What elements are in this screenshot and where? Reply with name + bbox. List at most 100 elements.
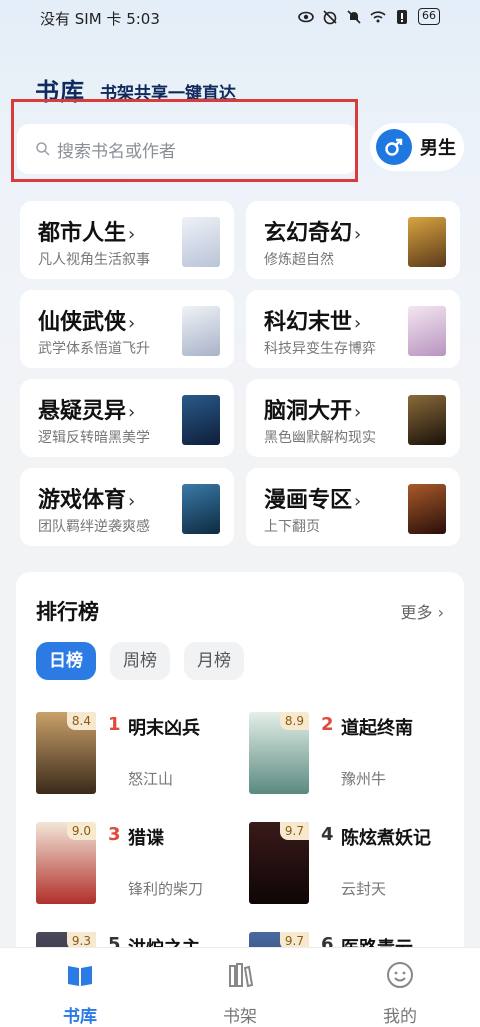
- chevron-right-icon: ›: [128, 402, 136, 423]
- book-cover: 8.9: [249, 712, 309, 794]
- category-name-text: 玄幻奇幻: [264, 221, 353, 246]
- gender-toggle-button[interactable]: 男生: [370, 123, 464, 171]
- nav-bookshelf[interactable]: 书架: [200, 960, 280, 1027]
- book-rank: 2: [321, 714, 334, 735]
- category-desc: 修炼超自然: [264, 252, 334, 268]
- category-card[interactable]: 游戏体育 › 团队羁绊逆袭爽感: [20, 468, 234, 546]
- chevron-right-icon: ›: [128, 313, 136, 334]
- male-icon: [376, 129, 412, 165]
- ranking-title: 排行榜: [36, 600, 99, 624]
- category-cover: [182, 484, 220, 534]
- book-score: 8.9: [279, 712, 309, 730]
- category-desc: 逻辑反转暗黑美学: [38, 430, 150, 446]
- category-name-text: 脑洞大开: [264, 399, 353, 424]
- book-title: 道起终南: [341, 718, 413, 739]
- category-card[interactable]: 玄幻奇幻 › 修炼超自然: [246, 201, 460, 279]
- nav-profile-label: 我的: [383, 1007, 417, 1027]
- book-rank: 3: [108, 824, 121, 845]
- chevron-right-icon: ›: [354, 224, 362, 245]
- category-name: 都市人生 ›: [38, 215, 135, 247]
- eye-icon: [298, 11, 314, 22]
- carrier-time: 没有 SIM 卡 5:03: [40, 10, 160, 28]
- category-name-text: 仙侠武侠: [38, 310, 127, 335]
- mute-icon: [347, 9, 361, 24]
- category-name-text: 悬疑灵异: [38, 399, 127, 424]
- book-cover: 9.7: [249, 822, 309, 904]
- book-score: 9.7: [279, 822, 309, 840]
- nav-library[interactable]: 书库: [40, 960, 120, 1027]
- book-author: 云封天: [341, 880, 387, 898]
- book-score: 8.4: [66, 712, 96, 730]
- category-desc: 凡人视角生活叙事: [38, 252, 150, 268]
- bottom-nav: 书库 书架 我的: [0, 947, 480, 1027]
- category-card[interactable]: 仙侠武侠 › 武学体系悟道飞升: [20, 290, 234, 368]
- category-name-text: 游戏体育: [38, 488, 127, 513]
- alert-icon: [397, 9, 407, 24]
- category-card[interactable]: 悬疑灵异 › 逻辑反转暗黑美学: [20, 379, 234, 457]
- gender-label: 男生: [420, 138, 456, 159]
- wifi-icon: [370, 10, 386, 22]
- chevron-right-icon: ›: [354, 313, 362, 334]
- category-cover: [182, 306, 220, 356]
- category-card[interactable]: 科幻末世 › 科技异变生存博弈: [246, 290, 460, 368]
- category-name: 玄幻奇幻 ›: [264, 215, 361, 247]
- battery-level: 66: [418, 8, 440, 25]
- chevron-right-icon: ›: [437, 603, 444, 622]
- ranking-more-label: 更多: [400, 603, 433, 622]
- book-item[interactable]: 9.7 4 陈炫煮妖记 云封天: [249, 822, 459, 912]
- bookshelf-icon: [229, 963, 254, 988]
- alarm-off-icon: [323, 9, 337, 24]
- category-cover: [408, 217, 446, 267]
- book-author: 锋利的柴刀: [128, 880, 204, 898]
- book-title: 猎谍: [128, 828, 164, 849]
- category-desc: 团队羁绊逆袭爽感: [38, 519, 150, 535]
- book-title: 陈炫煮妖记: [341, 828, 431, 849]
- category-desc: 科技异变生存博弈: [264, 341, 376, 357]
- nav-library-label: 书库: [63, 1007, 97, 1027]
- category-cover: [408, 395, 446, 445]
- nav-profile[interactable]: 我的: [360, 960, 440, 1027]
- category-cover: [182, 217, 220, 267]
- chevron-right-icon: ›: [354, 491, 362, 512]
- category-desc: 黑色幽默解构现实: [264, 430, 376, 446]
- category-name-text: 都市人生: [38, 221, 127, 246]
- category-name: 科幻末世 ›: [264, 304, 361, 336]
- category-cover: [408, 306, 446, 356]
- category-name-text: 漫画专区: [264, 488, 353, 513]
- profile-icon: [387, 962, 413, 988]
- chevron-right-icon: ›: [354, 402, 362, 423]
- category-name: 悬疑灵异 ›: [38, 393, 135, 425]
- status-bar: 没有 SIM 卡 5:03 66: [0, 0, 480, 36]
- tab-monthly[interactable]: 月榜: [184, 642, 244, 680]
- chevron-right-icon: ›: [128, 491, 136, 512]
- status-icons: 66: [298, 8, 440, 25]
- search-highlight-frame: [11, 99, 358, 182]
- library-icon: [68, 966, 92, 986]
- category-desc: 上下翻页: [264, 519, 320, 535]
- chevron-right-icon: ›: [128, 224, 136, 245]
- book-title: 明末凶兵: [128, 718, 200, 739]
- book-cover: 8.4: [36, 712, 96, 794]
- category-name: 漫画专区 ›: [264, 482, 361, 514]
- tab-weekly[interactable]: 周榜: [110, 642, 170, 680]
- book-item[interactable]: 9.0 3 猎谍 锋利的柴刀: [36, 822, 246, 912]
- category-card[interactable]: 漫画专区 › 上下翻页: [246, 468, 460, 546]
- category-card[interactable]: 脑洞大开 › 黑色幽默解构现实: [246, 379, 460, 457]
- category-desc: 武学体系悟道飞升: [38, 341, 150, 357]
- category-name-text: 科幻末世: [264, 310, 353, 335]
- book-author: 豫州牛: [341, 770, 387, 788]
- category-cover: [182, 395, 220, 445]
- book-rank: 4: [321, 824, 334, 845]
- tab-daily[interactable]: 日榜: [36, 642, 96, 680]
- ranking-tabs: 日榜 周榜 月榜: [36, 642, 244, 680]
- book-item[interactable]: 8.4 1 明末凶兵 怒江山: [36, 712, 246, 802]
- ranking-panel: 排行榜 更多 › 日榜 周榜 月榜 8.4 1 明末凶兵 怒江山 8.9 2 道…: [16, 572, 464, 1014]
- nav-bookshelf-label: 书架: [223, 1007, 257, 1027]
- category-card[interactable]: 都市人生 › 凡人视角生活叙事: [20, 201, 234, 279]
- book-item[interactable]: 8.9 2 道起终南 豫州牛: [249, 712, 459, 802]
- category-name: 脑洞大开 ›: [264, 393, 361, 425]
- category-cover: [408, 484, 446, 534]
- book-cover: 9.0: [36, 822, 96, 904]
- ranking-more-link[interactable]: 更多 ›: [400, 599, 444, 623]
- category-name: 游戏体育 ›: [38, 482, 135, 514]
